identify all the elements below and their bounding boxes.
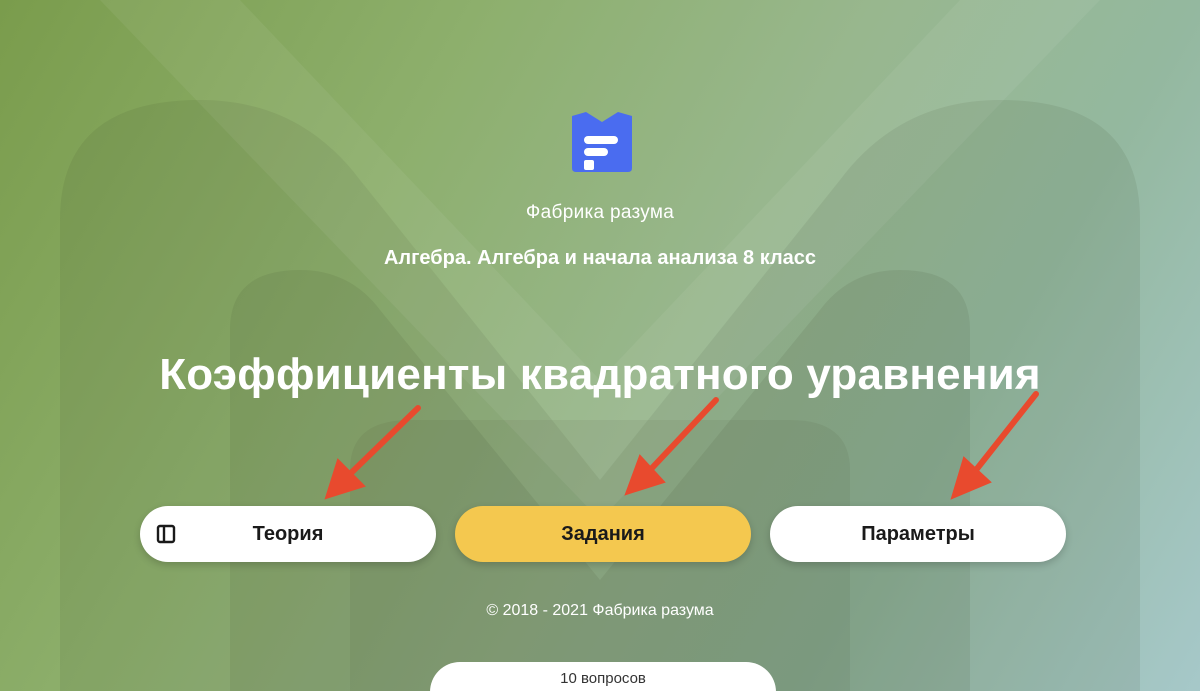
logo-icon xyxy=(572,112,632,172)
params-button[interactable]: Параметры xyxy=(770,506,1066,562)
background-shapes xyxy=(60,0,1140,691)
theory-button[interactable]: Теория xyxy=(140,506,436,562)
tasks-button[interactable]: Задания xyxy=(455,506,751,562)
course-subject: Алгебра. Алгебра и начала анализа 8 клас… xyxy=(383,247,817,269)
brand-name: Фабрика разума xyxy=(525,202,675,223)
tasks-button-label: Задания xyxy=(561,522,645,545)
copyright-text: © 2018 - 2021 Фабрика разума xyxy=(486,602,714,619)
book-icon xyxy=(156,524,176,544)
theory-button-label: Теория xyxy=(252,522,324,545)
page-title: Коэффициенты квадратного уравнения xyxy=(159,350,1041,399)
arrow-icon xyxy=(324,391,1039,500)
params-button-label: Параметры xyxy=(861,522,975,545)
questions-count-label: 10 вопросов xyxy=(560,670,646,687)
questions-count-tab[interactable]: 10 вопросов xyxy=(430,662,776,691)
